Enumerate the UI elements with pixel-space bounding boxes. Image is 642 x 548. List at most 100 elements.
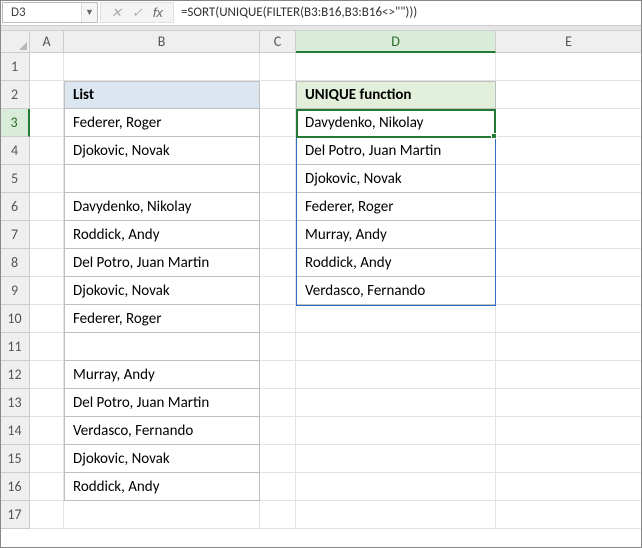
list-cell[interactable]: Djokovic, Novak	[64, 137, 260, 165]
row-header[interactable]: 13	[0, 389, 30, 417]
cell[interactable]	[260, 473, 296, 501]
cell[interactable]	[30, 501, 64, 529]
cell[interactable]	[496, 361, 642, 389]
cell[interactable]	[496, 221, 642, 249]
cell[interactable]	[64, 53, 260, 81]
cancel-icon[interactable]: ✕	[111, 6, 122, 19]
cell[interactable]	[260, 53, 296, 81]
cell[interactable]	[30, 249, 64, 277]
cell[interactable]	[496, 53, 642, 81]
name-box[interactable]: D3 ▼	[2, 2, 98, 23]
list-header-cell[interactable]: List	[64, 81, 260, 109]
list-cell[interactable]: Murray, Andy	[64, 361, 260, 389]
row-header[interactable]: 17	[0, 501, 30, 529]
worksheet-grid[interactable]: A B C D E 1 2 List UNIQUE function 3 F	[0, 31, 642, 529]
cell[interactable]	[260, 249, 296, 277]
cell[interactable]	[296, 501, 496, 529]
cell[interactable]	[260, 445, 296, 473]
cell[interactable]	[260, 81, 296, 109]
cell[interactable]	[296, 445, 496, 473]
cell[interactable]	[30, 137, 64, 165]
row-header[interactable]: 10	[0, 305, 30, 333]
cell[interactable]	[260, 277, 296, 305]
cell[interactable]	[260, 193, 296, 221]
cell[interactable]	[30, 165, 64, 193]
row-header[interactable]: 4	[0, 137, 30, 165]
row-header[interactable]: 15	[0, 445, 30, 473]
col-header-D[interactable]: D	[296, 31, 496, 53]
cell[interactable]	[260, 389, 296, 417]
unique-cell[interactable]: Davydenko, Nikolay	[296, 109, 496, 137]
list-cell[interactable]	[64, 333, 260, 361]
unique-cell[interactable]: Roddick, Andy	[296, 249, 496, 277]
list-cell[interactable]	[64, 165, 260, 193]
col-header-C[interactable]: C	[260, 31, 296, 53]
select-all-corner[interactable]	[0, 31, 30, 53]
row-header[interactable]: 2	[0, 81, 30, 109]
unique-header-cell[interactable]: UNIQUE function	[296, 81, 496, 109]
row-header[interactable]: 16	[0, 473, 30, 501]
list-cell[interactable]: Verdasco, Fernando	[64, 417, 260, 445]
row-header[interactable]: 12	[0, 361, 30, 389]
row-header[interactable]: 5	[0, 165, 30, 193]
name-box-dropdown-icon[interactable]: ▼	[81, 3, 97, 22]
list-cell[interactable]: Roddick, Andy	[64, 473, 260, 501]
cell[interactable]	[30, 417, 64, 445]
cell[interactable]	[496, 333, 642, 361]
list-cell[interactable]: Roddick, Andy	[64, 221, 260, 249]
list-cell[interactable]: Federer, Roger	[64, 109, 260, 137]
cell[interactable]	[496, 193, 642, 221]
cell[interactable]	[496, 473, 642, 501]
unique-cell[interactable]: Murray, Andy	[296, 221, 496, 249]
cell[interactable]	[296, 417, 496, 445]
cell[interactable]	[496, 81, 642, 109]
cell[interactable]	[260, 165, 296, 193]
row-header[interactable]: 6	[0, 193, 30, 221]
cell[interactable]	[296, 53, 496, 81]
cell[interactable]	[30, 53, 64, 81]
cell[interactable]	[30, 193, 64, 221]
cell[interactable]	[496, 165, 642, 193]
cell[interactable]	[496, 277, 642, 305]
cell[interactable]	[64, 501, 260, 529]
cell[interactable]	[496, 305, 642, 333]
row-header[interactable]: 8	[0, 249, 30, 277]
cell[interactable]	[296, 305, 496, 333]
cell[interactable]	[260, 417, 296, 445]
unique-cell[interactable]: Federer, Roger	[296, 193, 496, 221]
list-cell[interactable]: Davydenko, Nikolay	[64, 193, 260, 221]
cell[interactable]	[260, 305, 296, 333]
cell[interactable]	[296, 473, 496, 501]
list-cell[interactable]: Djokovic, Novak	[64, 445, 260, 473]
cell[interactable]	[30, 333, 64, 361]
cell[interactable]	[496, 137, 642, 165]
list-cell[interactable]: Del Potro, Juan Martin	[64, 249, 260, 277]
cell[interactable]	[496, 417, 642, 445]
cell[interactable]	[30, 109, 64, 137]
cell[interactable]	[30, 361, 64, 389]
cell[interactable]	[30, 277, 64, 305]
cell[interactable]	[260, 221, 296, 249]
cell[interactable]	[496, 501, 642, 529]
row-header[interactable]: 7	[0, 221, 30, 249]
cell[interactable]	[296, 389, 496, 417]
col-header-A[interactable]: A	[30, 31, 64, 53]
row-header[interactable]: 9	[0, 277, 30, 305]
list-cell[interactable]: Djokovic, Novak	[64, 277, 260, 305]
row-header[interactable]: 1	[0, 53, 30, 81]
cell[interactable]	[296, 361, 496, 389]
list-cell[interactable]: Federer, Roger	[64, 305, 260, 333]
cell[interactable]	[30, 445, 64, 473]
row-header[interactable]: 14	[0, 417, 30, 445]
cell[interactable]	[30, 473, 64, 501]
fx-icon[interactable]: fx	[153, 6, 163, 19]
unique-cell[interactable]: Djokovic, Novak	[296, 165, 496, 193]
cell[interactable]	[30, 221, 64, 249]
cell[interactable]	[296, 333, 496, 361]
cell[interactable]	[260, 361, 296, 389]
cell[interactable]	[496, 445, 642, 473]
row-header[interactable]: 11	[0, 333, 30, 361]
cell[interactable]	[260, 109, 296, 137]
cell[interactable]	[496, 389, 642, 417]
cell[interactable]	[260, 501, 296, 529]
